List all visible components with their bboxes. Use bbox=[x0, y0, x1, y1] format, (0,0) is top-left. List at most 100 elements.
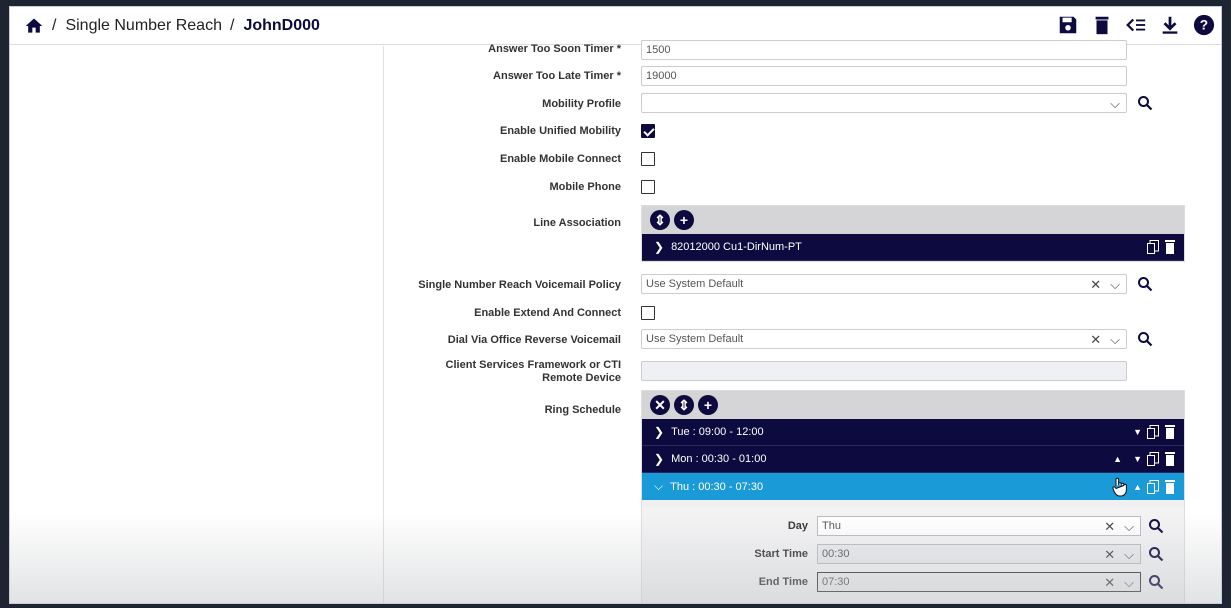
chevron-right-icon[interactable]: ❯ bbox=[654, 425, 664, 439]
expand-collapse-icon[interactable]: ⇕ bbox=[650, 210, 670, 230]
ring-schedule-item-active[interactable]: ⌵ Thu : 00:30 - 07:30 ▲ bbox=[642, 473, 1184, 500]
csf-device-input bbox=[641, 361, 1127, 381]
answer-too-late-input[interactable]: 19000 bbox=[641, 66, 1127, 86]
clear-icon[interactable]: ✕ bbox=[1104, 575, 1115, 591]
start-time-label: Start Time bbox=[754, 548, 808, 560]
copy-icon[interactable] bbox=[1147, 240, 1159, 254]
ring-schedule-header: ✕ ⇕ + bbox=[642, 391, 1184, 419]
ring-schedule-item[interactable]: ❯ Tue : 09:00 - 12:00 ▼ bbox=[642, 419, 1184, 446]
collapse-all-icon[interactable]: ✕ bbox=[650, 395, 670, 415]
app-window: / Single Number Reach / JohnD000 ? Answe… bbox=[9, 6, 1222, 604]
ring-schedule-label: Ring Schedule bbox=[544, 404, 621, 416]
search-icon[interactable] bbox=[1148, 518, 1164, 534]
breadcrumb-section[interactable]: Single Number Reach bbox=[65, 17, 222, 35]
save-icon[interactable] bbox=[1057, 14, 1079, 36]
chevron-right-icon[interactable]: ❯ bbox=[654, 452, 664, 466]
enable-mobile-connect-checkbox[interactable] bbox=[641, 152, 655, 166]
expand-collapse-icon[interactable]: ⇕ bbox=[674, 395, 694, 415]
field-row: Mobile Phone bbox=[385, 177, 1185, 199]
clear-icon[interactable]: ✕ bbox=[1104, 547, 1115, 563]
dvo-reverse-voicemail-value: Use System Default bbox=[646, 333, 744, 345]
day-label: Day bbox=[787, 520, 808, 532]
chevron-down-icon[interactable]: ⌵ bbox=[1110, 332, 1120, 348]
ring-schedule-item-label: Mon : 00:30 - 01:00 bbox=[671, 453, 767, 465]
field-row: Mobility Profile ⌵ bbox=[385, 93, 1185, 115]
field-row: Single Number Reach Voicemail Policy Use… bbox=[385, 274, 1185, 296]
ring-schedule-item-label: Tue : 09:00 - 12:00 bbox=[671, 426, 764, 438]
end-time-label: End Time bbox=[758, 576, 808, 588]
end-time-value: 07:30 bbox=[822, 576, 850, 588]
delete-icon[interactable] bbox=[1164, 240, 1176, 254]
move-down-icon[interactable]: ▼ bbox=[1133, 427, 1142, 437]
hand-cursor-icon bbox=[1112, 477, 1127, 497]
field-row: Client Services Framework or CTI Remote … bbox=[385, 359, 1185, 384]
snr-voicemail-policy-select[interactable]: Use System Default ✕ ⌵ bbox=[641, 274, 1127, 294]
detail-row: Day Thu ✕ ⌵ bbox=[642, 516, 1186, 536]
start-time-select[interactable]: 00:30 ✕ ⌵ bbox=[817, 544, 1141, 564]
chevron-down-icon[interactable]: ⌵ bbox=[1124, 575, 1134, 591]
home-icon[interactable] bbox=[24, 16, 44, 36]
move-down-icon[interactable]: ▼ bbox=[1133, 454, 1142, 464]
detail-row: End Time 07:30 ✕ ⌵ bbox=[642, 572, 1186, 592]
enable-extend-connect-checkbox[interactable] bbox=[641, 306, 655, 320]
search-icon[interactable] bbox=[1148, 546, 1164, 562]
chevron-down-icon[interactable]: ⌵ bbox=[1110, 277, 1120, 293]
breadcrumb-separator: / bbox=[52, 16, 57, 34]
add-icon[interactable]: + bbox=[698, 395, 718, 415]
field-row: Enable Unified Mobility bbox=[385, 122, 1185, 144]
ring-schedule-group: ✕ ⇕ + ❯ Tue : 09:00 - 12:00 ▼ ❯ Mon : 00… bbox=[641, 390, 1185, 508]
field-row: Answer Too Soon Timer * 1500 bbox=[385, 40, 1185, 62]
search-icon[interactable] bbox=[1148, 574, 1164, 590]
field-row: Enable Mobile Connect bbox=[385, 150, 1185, 172]
move-up-icon[interactable]: ▲ bbox=[1113, 454, 1122, 464]
list-icon[interactable] bbox=[1125, 14, 1147, 36]
chevron-down-icon[interactable]: ⌵ bbox=[1124, 547, 1134, 563]
delete-icon[interactable] bbox=[1164, 425, 1176, 439]
chevron-down-icon[interactable]: ⌵ bbox=[1110, 96, 1120, 112]
answer-too-late-label: Answer Too Late Timer * bbox=[493, 70, 621, 82]
mobile-phone-checkbox[interactable] bbox=[641, 180, 655, 194]
search-icon[interactable] bbox=[1137, 276, 1153, 292]
download-icon[interactable] bbox=[1159, 14, 1181, 36]
ring-schedule-item[interactable]: ❯ Mon : 00:30 - 01:00 ▲ ▼ bbox=[642, 446, 1184, 473]
search-icon[interactable] bbox=[1137, 95, 1153, 111]
clear-icon[interactable]: ✕ bbox=[1104, 519, 1115, 535]
clear-icon[interactable]: ✕ bbox=[1090, 332, 1101, 348]
line-association-label: Line Association bbox=[533, 217, 621, 229]
chevron-right-icon[interactable]: ❯ bbox=[654, 240, 664, 254]
dvo-reverse-voicemail-select[interactable]: Use System Default ✕ ⌵ bbox=[641, 329, 1127, 349]
csf-device-label: Client Services Framework or CTI Remote … bbox=[445, 359, 621, 384]
breadcrumb-current: JohnD000 bbox=[243, 16, 320, 34]
add-icon[interactable]: + bbox=[674, 210, 694, 230]
delete-icon[interactable] bbox=[1164, 452, 1176, 466]
search-icon[interactable] bbox=[1137, 331, 1153, 347]
end-time-select[interactable]: 07:30 ✕ ⌵ bbox=[817, 572, 1141, 592]
day-select[interactable]: Thu ✕ ⌵ bbox=[817, 516, 1141, 536]
answer-too-soon-label: Answer Too Soon Timer * bbox=[488, 43, 621, 55]
clear-icon[interactable]: ✕ bbox=[1090, 277, 1101, 293]
delete-icon[interactable] bbox=[1091, 14, 1113, 36]
chevron-down-icon[interactable]: ⌵ bbox=[654, 479, 663, 494]
line-association-item[interactable]: ❯ 82012000 Cu1-DirNum-PT bbox=[642, 234, 1184, 261]
enable-mobile-connect-label: Enable Mobile Connect bbox=[499, 153, 621, 165]
mobile-phone-label: Mobile Phone bbox=[549, 181, 622, 193]
copy-icon[interactable] bbox=[1147, 452, 1159, 466]
dvo-reverse-voicemail-label: Dial Via Office Reverse Voicemail bbox=[447, 334, 621, 346]
move-up-icon[interactable]: ▲ bbox=[1133, 482, 1142, 492]
help-icon[interactable]: ? bbox=[1193, 14, 1215, 36]
delete-icon[interactable] bbox=[1164, 479, 1176, 494]
enable-unified-mobility-checkbox[interactable] bbox=[641, 124, 655, 138]
line-association-header: ⇕ + bbox=[642, 206, 1184, 234]
toolbar: ? bbox=[1057, 14, 1215, 36]
field-row: Answer Too Late Timer * 19000 bbox=[385, 66, 1185, 88]
chevron-down-icon[interactable]: ⌵ bbox=[1124, 519, 1134, 535]
answer-too-soon-input[interactable]: 1500 bbox=[641, 40, 1127, 60]
snr-voicemail-policy-label: Single Number Reach Voicemail Policy bbox=[418, 279, 621, 291]
breadcrumb-separator: / bbox=[229, 16, 235, 34]
copy-icon[interactable] bbox=[1147, 425, 1159, 439]
left-pane bbox=[10, 46, 384, 603]
snr-voicemail-policy-value: Use System Default bbox=[646, 278, 744, 290]
mobility-profile-select[interactable]: ⌵ bbox=[641, 93, 1127, 113]
field-row: Enable Extend And Connect bbox=[385, 304, 1185, 326]
copy-icon[interactable] bbox=[1147, 479, 1159, 494]
